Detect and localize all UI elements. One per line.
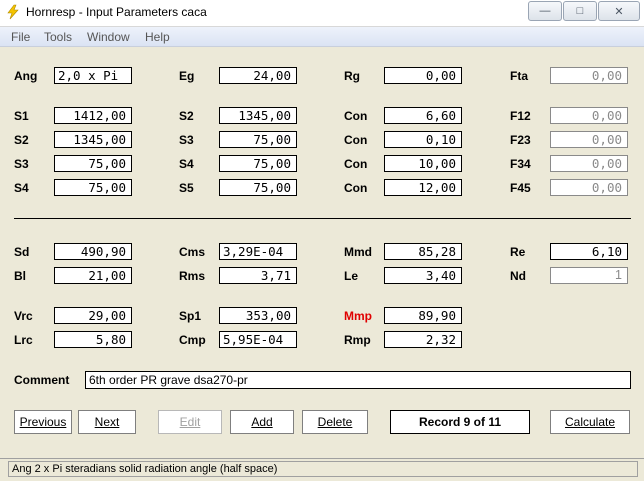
field-rms[interactable]: 3,71 bbox=[219, 267, 297, 284]
menu-bar: File Tools Window Help bbox=[0, 27, 644, 47]
menu-file[interactable]: File bbox=[11, 30, 30, 44]
window-controls: — □ ✕ bbox=[528, 1, 640, 21]
field-rg[interactable]: 0,00 bbox=[384, 67, 462, 84]
previous-button[interactable]: Previous bbox=[14, 410, 72, 434]
label-eg: Eg bbox=[179, 69, 195, 83]
label-f34: F34 bbox=[510, 157, 531, 171]
status-bar: Ang 2 x Pi steradians solid radiation an… bbox=[0, 458, 644, 481]
label-ang: Ang bbox=[14, 69, 38, 83]
close-button[interactable]: ✕ bbox=[598, 1, 640, 21]
section-divider bbox=[14, 218, 631, 219]
field-bl[interactable]: 21,00 bbox=[54, 267, 132, 284]
label-s2-seg2: S2 bbox=[179, 109, 194, 123]
edit-button-label: Edit bbox=[179, 415, 201, 429]
menu-window[interactable]: Window bbox=[87, 30, 130, 44]
menu-help[interactable]: Help bbox=[145, 30, 170, 44]
comment-field[interactable]: 6th order PR grave dsa270-pr bbox=[85, 371, 631, 389]
field-vrc[interactable]: 29,00 bbox=[54, 307, 132, 324]
add-button-label: Add bbox=[251, 415, 273, 429]
record-indicator: Record 9 of 11 bbox=[390, 410, 530, 434]
field-s1[interactable]: 1412,00 bbox=[54, 107, 132, 124]
field-lrc[interactable]: 5,80 bbox=[54, 331, 132, 348]
label-vrc: Vrc bbox=[14, 309, 33, 323]
field-con-4[interactable]: 12,00 bbox=[384, 179, 462, 196]
add-button[interactable]: Add bbox=[230, 410, 294, 434]
label-cms: Cms bbox=[179, 245, 206, 259]
label-bl: Bl bbox=[14, 269, 26, 283]
field-f34[interactable]: 0,00 bbox=[550, 155, 628, 172]
calculate-button-label: Calculate bbox=[564, 415, 616, 429]
field-mmp[interactable]: 89,90 bbox=[384, 307, 462, 324]
title-bar: Hornresp - Input Parameters caca — □ ✕ bbox=[0, 0, 644, 27]
label-mmp: Mmp bbox=[344, 309, 372, 323]
field-cms[interactable]: 3,29E-04 bbox=[219, 243, 297, 260]
label-lrc: Lrc bbox=[14, 333, 33, 347]
field-s3-seg2[interactable]: 75,00 bbox=[219, 131, 297, 148]
field-s4[interactable]: 75,00 bbox=[54, 179, 132, 196]
label-re: Re bbox=[510, 245, 526, 259]
field-sp1[interactable]: 353,00 bbox=[219, 307, 297, 324]
status-text: Ang 2 x Pi steradians solid radiation an… bbox=[8, 461, 638, 477]
minimize-button[interactable]: — bbox=[528, 1, 562, 21]
label-con-1: Con bbox=[344, 109, 368, 123]
label-f45: F45 bbox=[510, 181, 531, 195]
field-eg[interactable]: 24,00 bbox=[219, 67, 297, 84]
previous-button-label: Previous bbox=[19, 415, 67, 429]
field-re[interactable]: 6,10 bbox=[550, 243, 628, 260]
delete-button-label: Delete bbox=[317, 415, 353, 429]
label-f23: F23 bbox=[510, 133, 531, 147]
label-s4: S4 bbox=[14, 181, 29, 195]
input-parameters-form: Ang 2,0 x Pi Eg 24,00 Rg 0,00 Fta 0,00 S… bbox=[0, 47, 644, 457]
field-f23[interactable]: 0,00 bbox=[550, 131, 628, 148]
label-mmd: Mmd bbox=[344, 245, 372, 259]
calculate-button[interactable]: Calculate bbox=[550, 410, 630, 434]
label-s5: S5 bbox=[179, 181, 194, 195]
next-button[interactable]: Next bbox=[78, 410, 136, 434]
field-fta[interactable]: 0,00 bbox=[550, 67, 628, 84]
menu-tools[interactable]: Tools bbox=[44, 30, 72, 44]
label-rms: Rms bbox=[179, 269, 206, 283]
field-s3[interactable]: 75,00 bbox=[54, 155, 132, 172]
field-s2-seg2[interactable]: 1345,00 bbox=[219, 107, 297, 124]
label-le: Le bbox=[344, 269, 359, 283]
field-s5[interactable]: 75,00 bbox=[219, 179, 297, 196]
field-mmd[interactable]: 85,28 bbox=[384, 243, 462, 260]
maximize-button[interactable]: □ bbox=[563, 1, 597, 21]
next-button-label: Next bbox=[94, 415, 120, 429]
label-con-2: Con bbox=[344, 133, 368, 147]
label-s2: S2 bbox=[14, 133, 29, 147]
label-f12: F12 bbox=[510, 109, 531, 123]
hornresp-icon bbox=[7, 4, 19, 20]
field-sd[interactable]: 490,90 bbox=[54, 243, 132, 260]
field-nd[interactable]: 1 bbox=[550, 267, 628, 284]
label-s3: S3 bbox=[14, 157, 29, 171]
label-rmp: Rmp bbox=[344, 333, 371, 347]
field-f45[interactable]: 0,00 bbox=[550, 179, 628, 196]
label-con-3: Con bbox=[344, 157, 368, 171]
label-rg: Rg bbox=[344, 69, 360, 83]
label-cmp: Cmp bbox=[179, 333, 206, 347]
label-sd: Sd bbox=[14, 245, 30, 259]
label-s3-seg2: S3 bbox=[179, 133, 194, 147]
field-le[interactable]: 3,40 bbox=[384, 267, 462, 284]
edit-button[interactable]: Edit bbox=[158, 410, 222, 434]
window-title: Hornresp - Input Parameters caca bbox=[26, 5, 207, 19]
label-comment: Comment bbox=[14, 373, 70, 387]
label-fta: Fta bbox=[510, 69, 528, 83]
field-cmp[interactable]: 5,95E-04 bbox=[219, 331, 297, 348]
label-s1: S1 bbox=[14, 109, 29, 123]
field-s4-seg2[interactable]: 75,00 bbox=[219, 155, 297, 172]
field-f12[interactable]: 0,00 bbox=[550, 107, 628, 124]
field-ang[interactable]: 2,0 x Pi bbox=[54, 67, 132, 84]
label-sp1: Sp1 bbox=[179, 309, 202, 323]
label-nd: Nd bbox=[510, 269, 526, 283]
field-rmp[interactable]: 2,32 bbox=[384, 331, 462, 348]
field-con-2[interactable]: 0,10 bbox=[384, 131, 462, 148]
field-s2[interactable]: 1345,00 bbox=[54, 131, 132, 148]
label-s4-seg2: S4 bbox=[179, 157, 194, 171]
label-con-4: Con bbox=[344, 181, 368, 195]
delete-button[interactable]: Delete bbox=[302, 410, 368, 434]
field-con-1[interactable]: 6,60 bbox=[384, 107, 462, 124]
field-con-3[interactable]: 10,00 bbox=[384, 155, 462, 172]
